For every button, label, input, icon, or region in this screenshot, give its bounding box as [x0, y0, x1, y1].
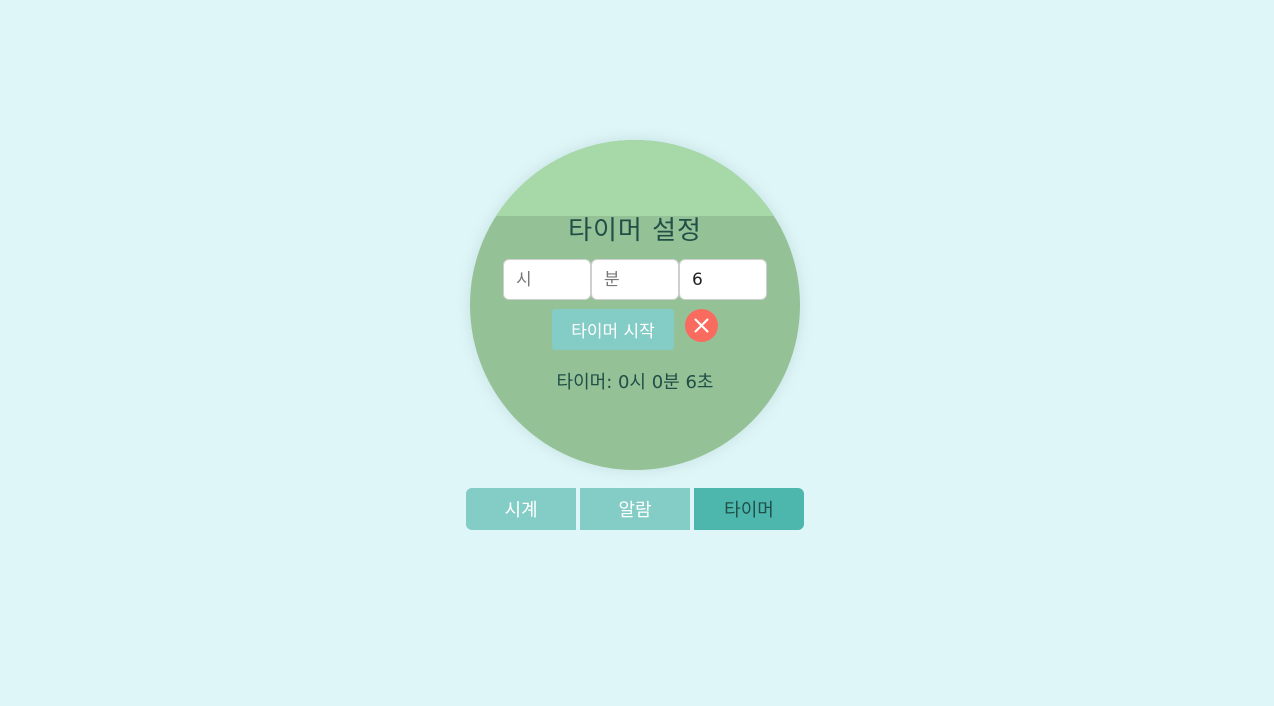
timer-progress-band: [470, 140, 800, 216]
timer-circle: 타이머 설정 타이머 시작 타이머: 0시 0분 6초: [470, 140, 800, 470]
start-timer-button[interactable]: 타이머 시작: [552, 309, 674, 350]
timer-readout: 타이머: 0시 0분 6초: [556, 372, 714, 393]
hours-input[interactable]: [503, 259, 591, 300]
seconds-input[interactable]: [679, 259, 767, 300]
minutes-input[interactable]: [591, 259, 679, 300]
tab-timer[interactable]: 타이머: [694, 488, 804, 530]
close-icon: [694, 318, 709, 333]
mode-tabs: 시계 알람 타이머: [466, 488, 804, 530]
tab-clock[interactable]: 시계: [466, 488, 576, 530]
time-inputs: [503, 259, 767, 300]
tab-alarm[interactable]: 알람: [580, 488, 690, 530]
timer-title: 타이머 설정: [568, 216, 702, 246]
app-root: 타이머 설정 타이머 시작 타이머: 0시 0분 6초 시계 알람 타이머: [0, 0, 1274, 706]
cancel-timer-button[interactable]: [685, 309, 718, 342]
